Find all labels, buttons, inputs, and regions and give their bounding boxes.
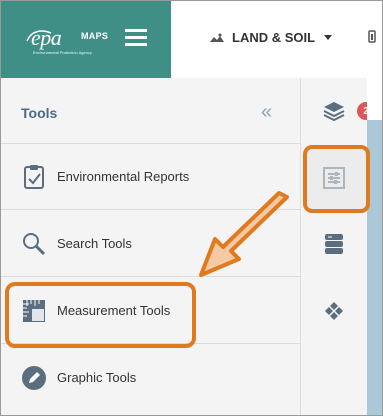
tool-label: Search Tools	[57, 236, 132, 251]
tools-panel-header: Tools «	[1, 78, 301, 144]
basemap-icon	[325, 302, 343, 320]
highlight-measurement-tools	[5, 282, 196, 348]
report-clipboard-icon	[24, 165, 44, 189]
land-soil-icon	[210, 33, 224, 42]
logo-epa-text: epa	[31, 25, 62, 50]
layers-icon	[323, 102, 345, 121]
tool-label: Environmental Reports	[57, 169, 190, 184]
land-soil-label: LAND & SOIL	[232, 30, 316, 45]
collapse-panel-icon[interactable]: «	[261, 101, 272, 124]
map-canvas[interactable]	[367, 78, 382, 415]
header-logo-area: epa MAPS Environmental Protection Agency	[1, 1, 171, 78]
tool-label: Graphic Tools	[57, 370, 137, 385]
icon-rail	[301, 78, 367, 415]
chevron-down-icon	[324, 35, 333, 40]
logo-maps-text: MAPS	[81, 31, 109, 41]
top-nav-bar: LAND & SOIL	[171, 1, 382, 78]
highlight-tools-button	[303, 145, 370, 213]
map-canvas-top	[367, 78, 382, 120]
database-icon	[325, 234, 343, 254]
pencil-icon	[22, 366, 46, 390]
tool-graphic-tools[interactable]: Graphic Tools	[1, 345, 301, 411]
land-soil-menu[interactable]: LAND & SOIL	[209, 30, 333, 45]
logo-subtitle: Environmental Protection Agency	[33, 50, 92, 55]
magnifier-icon	[23, 233, 46, 256]
app-frame: epa MAPS Environmental Protection Agency…	[0, 0, 383, 416]
pointer-arrow-icon	[199, 191, 289, 277]
hamburger-menu-icon[interactable]	[125, 29, 147, 47]
epa-maps-logo[interactable]: epa MAPS Environmental Protection Agency	[25, 25, 117, 57]
basemap-button[interactable]	[301, 278, 367, 344]
tools-panel-title: Tools	[21, 105, 58, 121]
data-button[interactable]	[301, 211, 367, 277]
next-menu-icon[interactable]	[367, 30, 377, 47]
